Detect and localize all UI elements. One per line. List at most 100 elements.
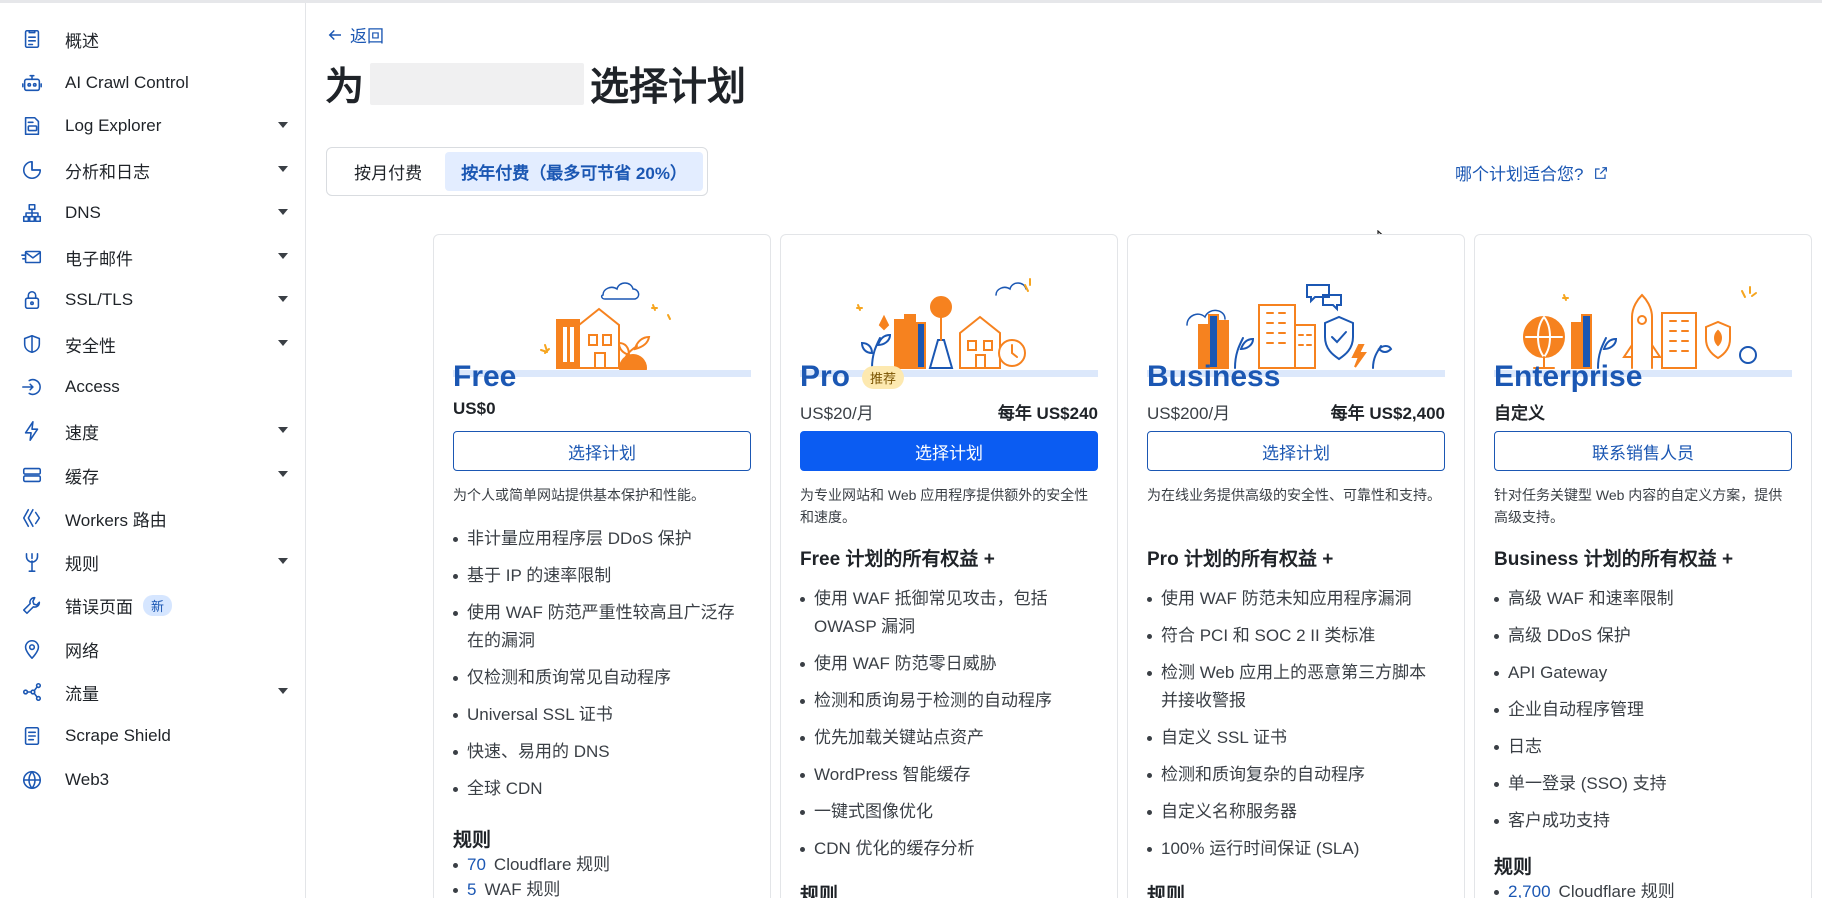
workers-icon bbox=[20, 506, 44, 530]
plan-name: Business bbox=[1147, 352, 1280, 402]
includes-heading: Pro 计划的所有权益 + bbox=[1147, 549, 1334, 570]
select-plan-button[interactable]: 选择计划 bbox=[1147, 431, 1445, 471]
chevron-down-icon[interactable] bbox=[278, 296, 288, 302]
feature-item: WordPress 智能缓存 bbox=[800, 761, 1100, 789]
plan-card-enterprise: Enterprise 自定义 联系销售人员 针对任务关键型 Web 内容的自定义… bbox=[1474, 234, 1812, 898]
sidebar-item-rules[interactable]: 规则 bbox=[0, 540, 305, 584]
sidebar-item-dns[interactable]: DNS bbox=[0, 191, 305, 235]
feature-item: 高级 WAF 和速率限制 bbox=[1494, 585, 1794, 613]
new-badge: 新 bbox=[143, 594, 173, 616]
network-icon bbox=[20, 201, 44, 225]
rule-count-link[interactable]: 70 bbox=[467, 855, 486, 874]
back-label: 返回 bbox=[350, 27, 384, 46]
feature-item: 日志 bbox=[1494, 733, 1794, 761]
price-row: 自定义 bbox=[1494, 399, 1792, 424]
which-plan-link[interactable]: 哪个计划适合您? bbox=[1455, 160, 1609, 185]
rule-item: 70 Cloudflare 规则 bbox=[453, 852, 610, 877]
sidebar-item-traffic[interactable]: 流量 bbox=[0, 670, 305, 714]
select-plan-button[interactable]: 选择计划 bbox=[800, 431, 1098, 471]
chevron-down-icon[interactable] bbox=[278, 688, 288, 694]
feature-list: 使用 WAF 抵御常见攻击，包括 OWASP 漏洞 使用 WAF 防范零日威胁 … bbox=[800, 585, 1100, 872]
feature-item: 客户成功支持 bbox=[1494, 807, 1794, 835]
rules-list: 70 Cloudflare 规则 5 WAF 规则 bbox=[453, 852, 610, 898]
redacted-domain bbox=[370, 63, 585, 105]
billing-monthly-option[interactable]: 按月付费 bbox=[331, 152, 445, 191]
chevron-down-icon[interactable] bbox=[278, 427, 288, 433]
sidebar-item-label: Access bbox=[65, 377, 120, 396]
sidebar-item-workers-routes[interactable]: Workers 路由 bbox=[0, 496, 305, 540]
rule-count-link[interactable]: 2,700 bbox=[1508, 882, 1551, 898]
title-prefix: 为 bbox=[325, 66, 365, 109]
rules-heading: 规则 bbox=[1494, 857, 1533, 878]
sidebar-item-ssl-tls[interactable]: SSL/TLS bbox=[0, 278, 305, 322]
sidebar-item-label: Log Explorer bbox=[65, 116, 162, 135]
access-icon bbox=[20, 375, 44, 399]
plan-card-free: Free US$0 选择计划 为个人或简单网站提供基本保护和性能。 非计量应用程… bbox=[433, 234, 771, 898]
sidebar-item-label: SSL/TLS bbox=[65, 290, 134, 309]
sidebar-item-label: 电子邮件 bbox=[65, 249, 133, 269]
chevron-down-icon[interactable] bbox=[278, 558, 288, 564]
rules-heading: 规则 bbox=[1147, 885, 1186, 898]
sidebar-item-error-pages[interactable]: 错误页面新 bbox=[0, 583, 305, 627]
sidebar-item-scrape-shield[interactable]: Scrape Shield bbox=[0, 714, 305, 758]
sidebar-item-web3[interactable]: Web3 bbox=[0, 758, 305, 802]
select-plan-button[interactable]: 选择计划 bbox=[453, 431, 751, 471]
chevron-down-icon[interactable] bbox=[278, 166, 288, 172]
plan-title: Business bbox=[1147, 360, 1281, 393]
sidebar-item-email[interactable]: 电子邮件 bbox=[0, 235, 305, 279]
sidebar-item-ai-crawl-control[interactable]: AI Crawl Control bbox=[0, 61, 305, 105]
globe-icon bbox=[20, 768, 44, 792]
plan-card-business: Business US$200/月 每年 US$2,400 选择计划 为在线业务… bbox=[1127, 234, 1465, 898]
plan-name: Free bbox=[453, 352, 516, 402]
sidebar-item-cache[interactable]: 缓存 bbox=[0, 453, 305, 497]
feature-list: 非计量应用程序层 DDoS 保护 基于 IP 的速率限制 使用 WAF 防范严重… bbox=[453, 525, 753, 812]
arrow-left-icon bbox=[328, 29, 341, 40]
which-plan-label: 哪个计划适合您? bbox=[1455, 165, 1584, 184]
pie-chart-icon bbox=[20, 158, 44, 182]
sidebar-item-security[interactable]: 安全性 bbox=[0, 322, 305, 366]
feature-item: API Gateway bbox=[1494, 659, 1794, 687]
chevron-down-icon[interactable] bbox=[278, 471, 288, 477]
feature-item: 基于 IP 的速率限制 bbox=[453, 562, 753, 590]
billing-toggle: 按月付费 按年付费（最多可节省 20%） bbox=[326, 147, 708, 196]
plan-title: Free bbox=[453, 360, 517, 393]
feature-item: 全球 CDN bbox=[453, 775, 753, 803]
sidebar-item-access[interactable]: Access bbox=[0, 365, 305, 409]
contact-sales-button[interactable]: 联系销售人员 bbox=[1494, 431, 1792, 471]
wrench-icon bbox=[20, 593, 44, 617]
lightning-icon bbox=[20, 419, 44, 443]
chevron-down-icon[interactable] bbox=[278, 253, 288, 259]
feature-item: CDN 优化的缓存分析 bbox=[800, 835, 1100, 863]
rules-heading: 规则 bbox=[453, 830, 492, 851]
chevron-down-icon[interactable] bbox=[278, 209, 288, 215]
rule-count-link[interactable]: 5 bbox=[467, 880, 476, 898]
external-link-icon bbox=[1595, 166, 1608, 179]
plan-card-pro: Pro 推荐 US$20/月 每年 US$240 选择计划 为专业网站和 Web… bbox=[780, 234, 1118, 898]
plan-name: Pro 推荐 bbox=[800, 352, 905, 402]
sidebar: 概述 AI Crawl Control Log Explorer 分析和日志 D… bbox=[0, 3, 306, 898]
sidebar-item-analytics[interactable]: 分析和日志 bbox=[0, 148, 305, 192]
plan-description: 针对任务关键型 Web 内容的自定义方案，提供高级支持。 bbox=[1494, 487, 1783, 525]
scrape-document-icon bbox=[20, 724, 44, 748]
sidebar-item-label: AI Crawl Control bbox=[65, 73, 189, 92]
sidebar-item-label: 网络 bbox=[65, 641, 99, 661]
sidebar-item-overview[interactable]: 概述 bbox=[0, 17, 305, 61]
sidebar-item-label: Web3 bbox=[65, 770, 110, 789]
feature-item: 高级 DDoS 保护 bbox=[1494, 622, 1794, 650]
shield-icon bbox=[20, 332, 44, 356]
sidebar-item-network[interactable]: 网络 bbox=[0, 627, 305, 671]
log-icon bbox=[20, 114, 44, 138]
feature-item: 符合 PCI 和 SOC 2 II 类标准 bbox=[1147, 622, 1447, 650]
chevron-down-icon[interactable] bbox=[278, 122, 288, 128]
rule-label: Cloudflare 规则 bbox=[1558, 882, 1675, 898]
plan-description: 为专业网站和 Web 应用程序提供额外的安全性和速度。 bbox=[800, 487, 1089, 525]
chevron-down-icon[interactable] bbox=[278, 340, 288, 346]
billing-yearly-option[interactable]: 按年付费（最多可节省 20%） bbox=[445, 152, 703, 191]
sidebar-item-log-explorer[interactable]: Log Explorer bbox=[0, 104, 305, 148]
feature-item: 优先加载关键站点资产 bbox=[800, 724, 1100, 752]
back-link[interactable]: 返回 bbox=[326, 22, 384, 47]
price-row: US$20/月 每年 US$240 bbox=[800, 399, 1098, 424]
feature-item: 企业自动程序管理 bbox=[1494, 696, 1794, 724]
price-row: US$0 bbox=[453, 399, 751, 419]
sidebar-item-speed[interactable]: 速度 bbox=[0, 409, 305, 453]
